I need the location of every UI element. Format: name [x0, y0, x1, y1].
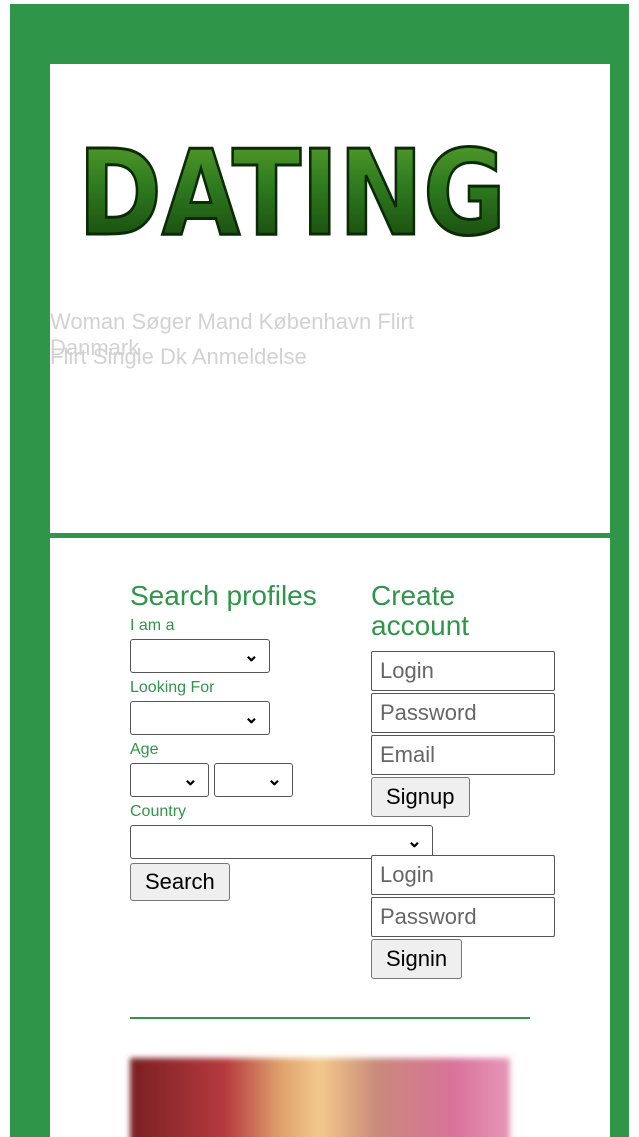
- header-panel: DATING Woman Søger Mand København Flirt …: [50, 64, 610, 533]
- signin-button[interactable]: Signin: [371, 939, 463, 979]
- i-am-label: I am a: [130, 617, 175, 634]
- age-max-select[interactable]: ⌄: [214, 763, 293, 797]
- age-label: Age: [130, 741, 159, 758]
- signup-login-input[interactable]: [371, 651, 555, 691]
- section-divider: [130, 1017, 530, 1019]
- i-am-select[interactable]: ⌄: [130, 639, 270, 673]
- looking-for-select[interactable]: ⌄: [130, 701, 270, 735]
- chevron-down-icon: ⌄: [243, 645, 259, 665]
- chevron-down-icon: ⌄: [182, 769, 198, 789]
- create-account-heading: Create account: [371, 580, 470, 641]
- chevron-down-icon: ⌄: [243, 707, 259, 727]
- signin-password-input[interactable]: [371, 897, 555, 937]
- country-label: Country: [130, 803, 187, 820]
- main-panel: Search profiles I am a ⌄ Looking For ⌄ A…: [50, 538, 610, 1137]
- profile-photo[interactable]: [130, 1058, 510, 1137]
- age-min-select[interactable]: ⌄: [130, 763, 209, 797]
- signup-email-input[interactable]: [371, 735, 555, 775]
- site-logo[interactable]: DATING: [78, 134, 508, 244]
- country-select[interactable]: ⌄: [130, 825, 433, 859]
- chevron-down-icon: ⌄: [266, 769, 282, 789]
- tagline-3[interactable]: Flirt Single Dk Anmeldelse: [50, 345, 307, 369]
- signin-login-input[interactable]: [371, 855, 555, 895]
- logo-text: DATING: [78, 134, 506, 244]
- search-button[interactable]: Search: [130, 863, 230, 901]
- chevron-down-icon: ⌄: [406, 831, 422, 851]
- signup-button[interactable]: Signup: [371, 777, 470, 817]
- tagline-1[interactable]: Woman Søger Mand København Flirt: [50, 310, 414, 334]
- signup-password-input[interactable]: [371, 693, 555, 733]
- search-heading: Search profiles: [130, 580, 317, 611]
- looking-for-label: Looking For: [130, 679, 215, 696]
